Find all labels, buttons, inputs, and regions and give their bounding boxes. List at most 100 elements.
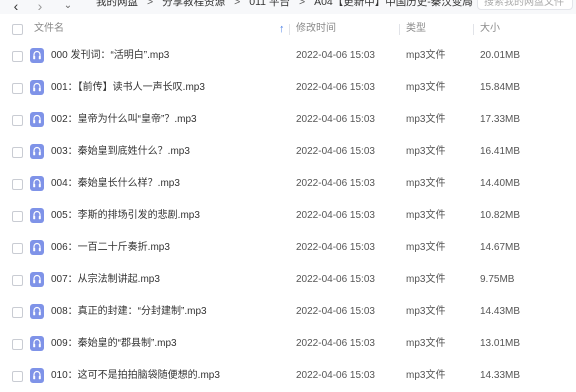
file-type: mp3文件	[406, 210, 446, 221]
file-type: mp3文件	[406, 50, 446, 61]
audio-file-icon	[30, 112, 44, 127]
file-size: 20.01MB	[480, 50, 521, 61]
row-checkbox[interactable]	[12, 243, 23, 254]
file-row[interactable]: 009：秦始皇的“郡县制”.mp3 2022-04-06 15:03 mp3文件 13…	[0, 328, 576, 360]
file-row[interactable]: 006：一百二十斤奏折.mp3 2022-04-06 15:03 mp3文件 14.6…	[0, 232, 576, 264]
file-size: 13.01MB	[480, 338, 521, 349]
file-name[interactable]: 000 发刊词：“活明白”.mp3	[51, 40, 169, 72]
breadcrumb-item[interactable]: 011 平台	[249, 0, 290, 8]
back-button[interactable]: ‹	[8, 0, 24, 14]
file-modified: 2022-04-06 15:03	[296, 274, 375, 285]
file-type: mp3文件	[406, 114, 446, 125]
file-name[interactable]: 007：从宗法制讲起.mp3	[51, 264, 160, 296]
file-size: 14.40MB	[480, 178, 521, 189]
file-size: 14.43MB	[480, 306, 521, 317]
breadcrumb-item[interactable]: 分享教程资源	[162, 0, 225, 8]
file-row[interactable]: 000 发刊词：“活明白”.mp3 2022-04-06 15:03 mp3文件 20…	[0, 40, 576, 72]
file-modified: 2022-04-06 15:03	[296, 50, 375, 61]
file-row[interactable]: 008：真正的封建：“分封建制”.mp3 2022-04-06 15:03 mp3文…	[0, 296, 576, 328]
breadcrumb-separator-icon: >	[298, 0, 306, 8]
audio-file-icon	[30, 80, 44, 95]
column-divider[interactable]	[473, 24, 474, 35]
row-checkbox[interactable]	[12, 371, 23, 382]
file-modified: 2022-04-06 15:03	[296, 370, 375, 381]
file-row[interactable]: 002：皇帝为什么叫“皇帝”？.mp3 2022-04-06 15:03 mp3文件…	[0, 104, 576, 136]
row-checkbox[interactable]	[12, 211, 23, 222]
file-size: 14.67MB	[480, 242, 521, 253]
select-all-checkbox[interactable]	[12, 24, 23, 35]
file-list-header: 文件名 ↑ 修改时间 类型 大小	[0, 18, 576, 40]
file-name[interactable]: 006：一百二十斤奏折.mp3	[51, 232, 170, 264]
audio-file-icon	[30, 336, 44, 351]
file-type: mp3文件	[406, 306, 446, 317]
breadcrumb-separator-icon: >	[234, 0, 241, 8]
audio-file-icon	[30, 272, 44, 287]
audio-file-icon	[30, 304, 44, 319]
file-row[interactable]: 010：这可不是拍拍脑袋随便想的.mp3 2022-04-06 15:03 mp3文…	[0, 360, 576, 392]
file-name[interactable]: 004：秦始皇长什么样？.mp3	[51, 168, 180, 200]
file-type: mp3文件	[406, 146, 446, 157]
breadcrumb-separator-icon: >	[147, 0, 154, 8]
audio-file-icon	[30, 208, 44, 223]
file-type: mp3文件	[406, 274, 446, 285]
file-size: 14.33MB	[480, 370, 521, 381]
file-type: mp3文件	[406, 242, 446, 253]
row-checkbox[interactable]	[12, 275, 23, 286]
audio-file-icon	[30, 368, 44, 383]
audio-file-icon	[30, 48, 44, 63]
column-type[interactable]: 类型	[406, 18, 426, 40]
file-modified: 2022-04-06 15:03	[296, 210, 375, 221]
audio-file-icon	[30, 144, 44, 159]
breadcrumb-item-current[interactable]: A04【更新中】中国历史-秦汉变局	[314, 0, 473, 8]
file-row[interactable]: 001：【前传】读书人一声长叹.mp3 2022-04-06 15:03 mp3文件…	[0, 72, 576, 104]
file-name[interactable]: 008：真正的封建：“分封建制”.mp3	[51, 296, 207, 328]
row-checkbox[interactable]	[12, 179, 23, 190]
file-size: 16.41MB	[480, 146, 521, 157]
row-checkbox[interactable]	[12, 307, 23, 318]
file-name[interactable]: 001：【前传】读书人一声长叹.mp3	[51, 72, 205, 104]
row-checkbox[interactable]	[12, 51, 23, 62]
file-row[interactable]: 003：秦始皇到底姓什么？.mp3 2022-04-06 15:03 mp3文件 16…	[0, 136, 576, 168]
file-size: 15.84MB	[480, 82, 521, 93]
navigation-bar: ‹ › ⌄ 我的网盘 > 分享教程资源 >011 平台 > A04【更新中】中国历史-秦汉…	[0, 0, 576, 14]
file-row[interactable]: 004：秦始皇长什么样？.mp3 2022-04-06 15:03 mp3文件 14.…	[0, 168, 576, 200]
dropdown-icon[interactable]: ⌄	[60, 0, 76, 14]
path-dropdown-icon[interactable]: ⌄	[466, 0, 474, 7]
breadcrumb: 我的网盘 > 分享教程资源 >011 平台 > A04【更新中】中国历史-秦汉变局	[96, 0, 473, 10]
row-checkbox[interactable]	[12, 83, 23, 94]
row-checkbox[interactable]	[12, 339, 23, 350]
file-name[interactable]: 009：秦始皇的“郡县制”.mp3	[51, 328, 177, 360]
file-row[interactable]: 005：李斯的排场引发的悲剧.mp3 2022-04-06 15:03 mp3文件 1…	[0, 200, 576, 232]
file-type: mp3文件	[406, 370, 446, 381]
row-checkbox[interactable]	[12, 115, 23, 126]
file-row[interactable]: 007：从宗法制讲起.mp3 2022-04-06 15:03 mp3文件 9.75M…	[0, 264, 576, 296]
file-modified: 2022-04-06 15:03	[296, 178, 375, 189]
file-name[interactable]: 010：这可不是拍拍脑袋随便想的.mp3	[51, 360, 220, 392]
column-size[interactable]: 大小	[480, 18, 500, 40]
column-modified[interactable]: 修改时间	[296, 18, 336, 40]
column-divider[interactable]	[289, 24, 290, 35]
search-input[interactable]: 搜索我的网盘文件	[477, 0, 573, 10]
file-modified: 2022-04-06 15:03	[296, 146, 375, 157]
audio-file-icon	[30, 176, 44, 191]
forward-button[interactable]: ›	[32, 0, 48, 14]
file-size: 10.82MB	[480, 210, 521, 221]
file-type: mp3文件	[406, 82, 446, 93]
file-type: mp3文件	[406, 178, 446, 189]
column-divider[interactable]	[399, 24, 400, 35]
breadcrumb-item[interactable]: 我的网盘	[96, 0, 138, 8]
file-name[interactable]: 005：李斯的排场引发的悲剧.mp3	[51, 200, 200, 232]
file-name[interactable]: 003：秦始皇到底姓什么？.mp3	[51, 136, 190, 168]
file-size: 17.33MB	[480, 114, 521, 125]
file-size: 9.75MB	[480, 274, 515, 285]
file-name[interactable]: 002：皇帝为什么叫“皇帝”？.mp3	[51, 104, 197, 136]
file-modified: 2022-04-06 15:03	[296, 306, 375, 317]
file-modified: 2022-04-06 15:03	[296, 114, 375, 125]
file-modified: 2022-04-06 15:03	[296, 242, 375, 253]
sort-ascending-icon[interactable]: ↑	[279, 22, 285, 36]
column-name[interactable]: 文件名	[34, 18, 64, 40]
file-type: mp3文件	[406, 338, 446, 349]
row-checkbox[interactable]	[12, 147, 23, 158]
audio-file-icon	[30, 240, 44, 255]
file-modified: 2022-04-06 15:03	[296, 82, 375, 93]
